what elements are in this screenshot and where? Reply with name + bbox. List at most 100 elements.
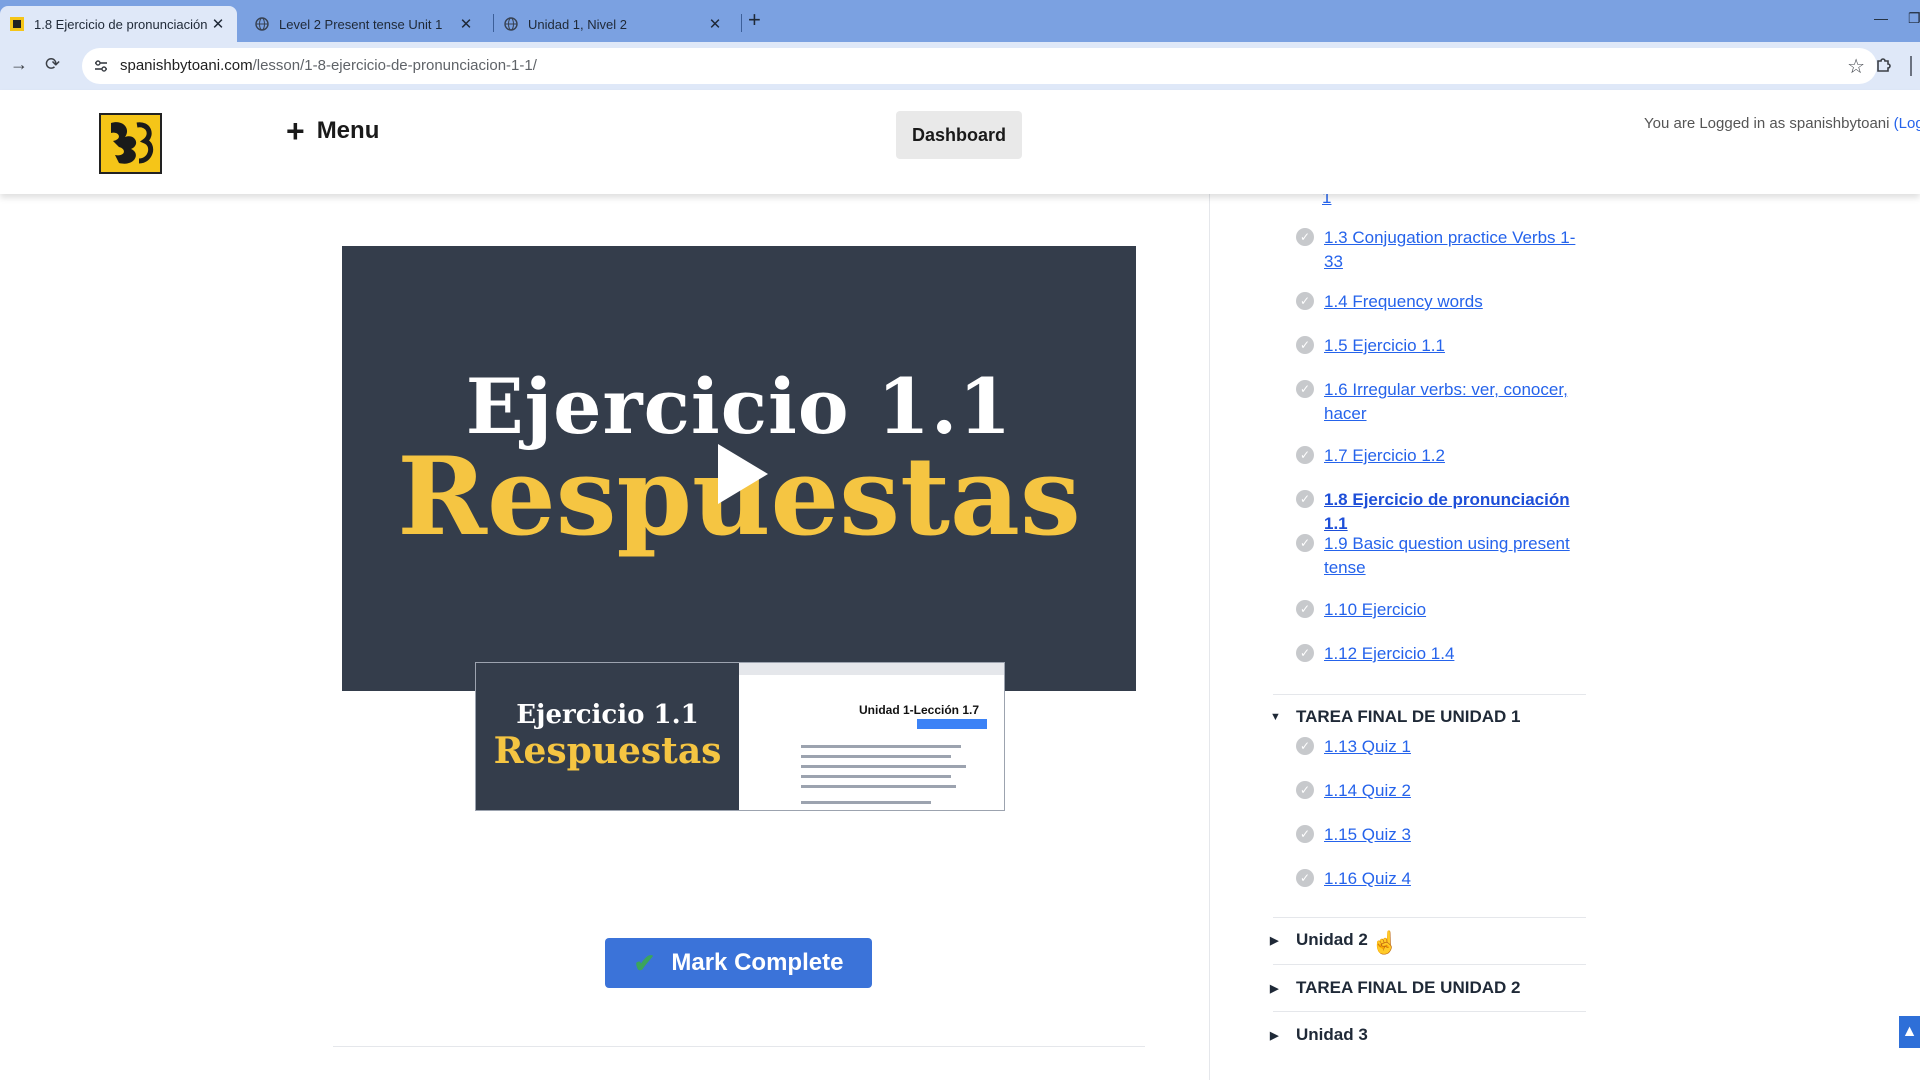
lesson-link[interactable]: 1.3 Conjugation practice Verbs 1- 33 xyxy=(1324,226,1575,274)
lesson-item[interactable]: ✓ 1.5 Ejercicio 1.1 xyxy=(1296,334,1596,358)
browser-toolbar: → ⟳ spanishbytoani.com/lesson/1-8-ejerci… xyxy=(0,42,1920,90)
address-bar[interactable]: spanishbytoani.com/lesson/1-8-ejercicio-… xyxy=(82,48,1877,84)
lesson-link[interactable]: 1.14 Quiz 2 xyxy=(1324,779,1411,803)
login-status: You are Logged in as spanishbytoani (Log… xyxy=(1644,115,1920,132)
lesson-complete-check-icon: ✓ xyxy=(1296,534,1314,552)
lesson-complete-check-icon: ✓ xyxy=(1296,737,1314,755)
caret-right-icon: ▶ xyxy=(1270,934,1279,947)
lesson-item[interactable]: ✓ 1.15 Quiz 3 xyxy=(1296,823,1596,847)
tab-separator xyxy=(741,14,742,32)
lesson-link[interactable]: 1.15 Quiz 3 xyxy=(1324,823,1411,847)
reload-icon[interactable]: ⟳ xyxy=(45,54,60,75)
section-divider xyxy=(1273,917,1586,918)
lesson-item[interactable]: ✓ 1.7 Ejercicio 1.2 xyxy=(1296,444,1596,468)
lesson-link[interactable]: 1.5 Ejercicio 1.1 xyxy=(1324,334,1445,358)
login-status-text: You are Logged in as spanishbytoani xyxy=(1644,115,1890,132)
lesson-complete-check-icon: ✓ xyxy=(1296,336,1314,354)
restore-icon[interactable]: ❐ xyxy=(1908,10,1920,27)
hand-pointer-cursor-icon: ☝ xyxy=(1371,930,1399,955)
logout-link[interactable]: (Logo xyxy=(1894,115,1920,132)
preview-doc-highlight xyxy=(917,719,987,729)
lesson-complete-check-icon: ✓ xyxy=(1296,869,1314,887)
lesson-link[interactable]: 1.12 Ejercicio 1.4 xyxy=(1324,642,1454,666)
section-unidad-3[interactable]: ▶ Unidad 3 xyxy=(1270,1025,1368,1045)
lesson-complete-check-icon: ✓ xyxy=(1296,825,1314,843)
preview-document: Unidad 1-Lección 1.7 xyxy=(739,663,1004,810)
site-header: + Menu Dashboard You are Logged in as sp… xyxy=(0,90,1920,194)
caret-right-icon: ▶ xyxy=(1270,1029,1279,1042)
close-tab-icon[interactable]: ✕ xyxy=(706,15,724,33)
lesson-link[interactable]: 1.4 Frequency words xyxy=(1324,290,1483,314)
lesson-item[interactable]: ✓ 1.12 Ejercicio 1.4 xyxy=(1296,642,1596,666)
globe-icon xyxy=(255,17,269,31)
play-icon[interactable] xyxy=(718,444,768,504)
extensions-puzzle-icon[interactable] xyxy=(1874,54,1894,79)
preview-doc-line xyxy=(801,745,961,748)
lesson-item[interactable]: ✓ 1.6 Irregular verbs: ver, conocer, hace… xyxy=(1296,378,1596,426)
tab-title: Unidad 1, Nivel 2 xyxy=(528,16,627,32)
preview-title-card: Ejercicio 1.1 Respuestas xyxy=(476,663,739,810)
scroll-to-top-button[interactable]: ▲ xyxy=(1899,1016,1920,1048)
preview-line2: Respuestas xyxy=(493,730,722,772)
lesson-item-current[interactable]: ✓ 1.8 Ejercicio de pronunciación 1.1 xyxy=(1296,488,1596,536)
lesson-item[interactable]: ✓ 1.14 Quiz 2 xyxy=(1296,779,1596,803)
preview-doc-line xyxy=(801,785,956,788)
bookmark-star-icon[interactable]: ☆ xyxy=(1847,54,1865,79)
preview-doc-line xyxy=(801,775,951,778)
section-label: Unidad 2 xyxy=(1296,930,1368,949)
tab-active[interactable]: 1.8 Ejercicio de pronunciación ✕ xyxy=(0,6,237,42)
section-unidad-2[interactable]: ▶ Unidad 2 xyxy=(1270,930,1368,950)
video-preview-thumbnail: Ejercicio 1.1 Respuestas Unidad 1-Lecció… xyxy=(475,662,1005,811)
lesson-item[interactable]: ✓ 1.13 Quiz 1 xyxy=(1296,735,1596,759)
lesson-item[interactable]: ✓ 1.9 Basic question using present tense xyxy=(1296,532,1596,580)
forward-icon[interactable]: → xyxy=(10,54,28,75)
lesson-item[interactable]: ✓ 1.16 Quiz 4 xyxy=(1296,867,1596,891)
sidebar-divider xyxy=(1209,194,1210,1080)
lesson-complete-check-icon: ✓ xyxy=(1296,781,1314,799)
lesson-item[interactable]: ✓ 1.4 Frequency words xyxy=(1296,290,1596,314)
video-player[interactable]: Ejercicio 1.1 Respuestas xyxy=(342,246,1136,691)
lesson-link[interactable]: 1.16 Quiz 4 xyxy=(1324,867,1411,891)
lesson-complete-check-icon: ✓ xyxy=(1296,644,1314,662)
url-text: spanishbytoani.com/lesson/1-8-ejercicio-… xyxy=(120,57,537,74)
menu-toggle[interactable]: + Menu xyxy=(286,113,379,149)
lesson-link[interactable]: 1.9 Basic question using present tense xyxy=(1324,532,1570,580)
tab-level2[interactable]: Level 2 Present tense Unit 1 ✕ xyxy=(245,6,485,42)
caret-down-icon: ▼ xyxy=(1270,711,1281,723)
lesson-item[interactable]: ✓ 1.10 Ejercicio xyxy=(1296,598,1596,622)
preview-doc-toolbar xyxy=(739,663,1004,675)
lesson-link[interactable]: 1.7 Ejercicio 1.2 xyxy=(1324,444,1445,468)
site-favicon-icon xyxy=(10,17,24,31)
preview-line1: Ejercicio 1.1 xyxy=(516,700,699,730)
close-tab-icon[interactable]: ✕ xyxy=(457,15,475,33)
section-tarea-final-1[interactable]: ▼ TAREA FINAL DE UNIDAD 1 xyxy=(1270,707,1520,727)
close-tab-icon[interactable]: ✕ xyxy=(209,15,227,33)
mark-complete-button[interactable]: ✔ Mark Complete xyxy=(605,938,872,988)
dashboard-button[interactable]: Dashboard xyxy=(896,111,1022,159)
section-divider xyxy=(1273,694,1586,695)
lesson-complete-check-icon: ✓ xyxy=(1296,292,1314,310)
content-divider xyxy=(333,1046,1145,1047)
preview-doc-line xyxy=(801,755,951,758)
lesson-link[interactable]: 1.10 Ejercicio xyxy=(1324,598,1426,622)
section-tarea-final-2[interactable]: ▶ TAREA FINAL DE UNIDAD 2 xyxy=(1270,978,1520,998)
site-logo[interactable] xyxy=(99,113,162,174)
preview-doc-heading: Unidad 1-Lección 1.7 xyxy=(859,703,980,717)
caret-right-icon: ▶ xyxy=(1270,982,1279,995)
site-settings-icon[interactable] xyxy=(92,57,110,75)
minimize-icon[interactable]: — xyxy=(1874,10,1888,26)
plus-icon: + xyxy=(286,113,305,149)
lesson-link[interactable]: 1.13 Quiz 1 xyxy=(1324,735,1411,759)
section-divider xyxy=(1273,964,1586,965)
lesson-link-current[interactable]: 1.8 Ejercicio de pronunciación 1.1 xyxy=(1324,488,1596,536)
preview-doc-line xyxy=(801,801,931,804)
tab-unidad1[interactable]: Unidad 1, Nivel 2 ✕ xyxy=(494,6,734,42)
url-host: spanishbytoani.com xyxy=(120,57,253,74)
lesson-item[interactable]: ✓ 1.3 Conjugation practice Verbs 1- 33 xyxy=(1296,226,1596,274)
lesson-complete-check-icon: ✓ xyxy=(1296,490,1314,508)
tab-title: Level 2 Present tense Unit 1 xyxy=(279,16,443,32)
new-tab-button[interactable]: + xyxy=(748,9,761,31)
mark-complete-label: Mark Complete xyxy=(671,949,844,976)
lesson-link[interactable]: 1.6 Irregular verbs: ver, conocer, hacer xyxy=(1324,378,1568,426)
lesson-complete-check-icon: ✓ xyxy=(1296,228,1314,246)
